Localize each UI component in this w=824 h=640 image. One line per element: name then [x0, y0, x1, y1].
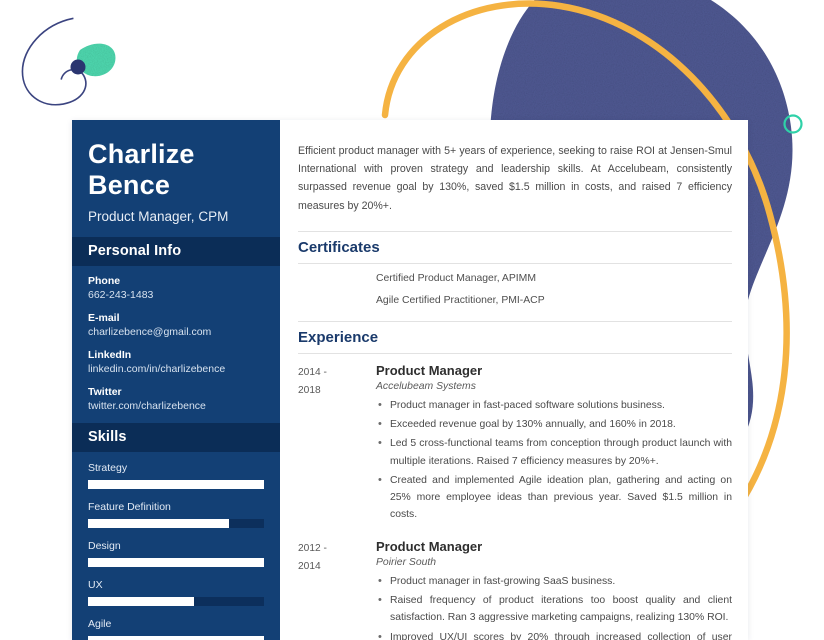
job-dates: 2014 -2018: [298, 366, 327, 396]
job-details: Product Manager Accelubeam Systems Produ…: [376, 363, 732, 526]
job-company: Accelubeam Systems: [376, 380, 476, 392]
resume-card: Charlize Bence Product Manager, CPM Pers…: [72, 120, 748, 640]
mint-blob-shape: [76, 43, 116, 77]
skill-bar-fill: [88, 635, 264, 640]
skill-item: Feature Definition: [88, 501, 264, 528]
skill-bar-track: [88, 518, 264, 528]
skill-name: UX: [88, 578, 103, 591]
experience-rule: [298, 352, 732, 354]
skills-list: Strategy Feature Definition Design UX Ag…: [72, 452, 280, 640]
skill-name: Agile: [88, 617, 112, 630]
contact-value: charlizebence@gmail.com: [88, 325, 212, 338]
summary-paragraph: Efficient product manager with 5+ years …: [298, 145, 732, 212]
candidate-name: Charlize Bence: [88, 139, 195, 201]
contact-item-linkedin: LinkedIn linkedin.com/in/charlizebence: [88, 349, 264, 375]
certificates-heading: Certificates: [298, 230, 732, 256]
certificate-item: Agile Certified Practitioner, PMI-ACP: [376, 294, 545, 306]
contact-label: Twitter: [88, 385, 122, 398]
navy-dot-shape: [70, 59, 86, 75]
skill-bar-fill: [88, 518, 229, 528]
skill-name: Feature Definition: [88, 500, 171, 513]
job-bullet: Product manager in fast-paced software s…: [376, 396, 732, 415]
job-bullet: Raised frequency of product iterations t…: [376, 591, 732, 627]
contact-label: E-mail: [88, 311, 120, 324]
skill-bar-fill: [88, 557, 264, 567]
skills-heading: Skills: [72, 422, 280, 452]
contact-value: 662-243-1483: [88, 288, 154, 301]
skill-name: Strategy: [88, 461, 128, 474]
job-company: Poirier South: [376, 556, 437, 568]
contact-item-email: E-mail charlizebence@gmail.com: [88, 312, 264, 338]
job-bullet: Improved UX/UI scores by 20% through inc…: [376, 628, 732, 640]
job-bullet: Created and implemented Agile ideation p…: [376, 471, 732, 524]
skill-bar-track: [88, 557, 264, 567]
contact-item-phone: Phone 662-243-1483: [88, 275, 264, 301]
experience-entry: 2012 -2014 Product Manager Poirier South…: [298, 539, 732, 640]
skill-item: Design: [88, 540, 264, 567]
experience-entry: 2014 -2018 Product Manager Accelubeam Sy…: [298, 363, 732, 526]
skill-name: Design: [88, 539, 121, 552]
skill-bar-fill: [88, 596, 194, 606]
experience-heading: Experience: [298, 320, 732, 346]
skill-bar-fill: [88, 479, 264, 489]
skill-bar-track: [88, 596, 264, 606]
certificates-list: Certified Product Manager, APIMM Agile C…: [298, 273, 732, 321]
job-details: Product Manager Poirier South Product ma…: [376, 539, 732, 640]
job-role: Product Manager: [376, 362, 483, 378]
contact-label: LinkedIn: [88, 348, 132, 361]
job-bullet: Product manager in fast-growing SaaS bus…: [376, 572, 732, 591]
contact-list: Phone 662-243-1483 E-mail charlizebence@…: [72, 266, 280, 412]
resume-main-column: Efficient product manager with 5+ years …: [280, 120, 748, 640]
skill-item: Strategy: [88, 462, 264, 489]
contact-label: Phone: [88, 274, 121, 287]
job-bullet-list: Product manager in fast-paced software s…: [376, 396, 732, 524]
certificates-rule: [298, 262, 732, 264]
skill-item: UX: [88, 579, 264, 606]
candidate-job-title: Product Manager, CPM: [88, 208, 229, 224]
skill-item: Agile: [88, 618, 264, 640]
contact-item-twitter: Twitter twitter.com/charlizebence: [88, 386, 264, 412]
job-role: Product Manager: [376, 538, 483, 554]
skill-bar-track: [88, 479, 264, 489]
personal-info-heading: Personal Info: [72, 236, 280, 266]
teal-circle-outline: [783, 114, 803, 134]
job-bullet: Exceeded revenue goal by 130% annually, …: [376, 415, 732, 434]
certificate-item: Certified Product Manager, APIMM: [376, 272, 536, 284]
skill-bar-track: [88, 635, 264, 640]
job-bullet: Led 5 cross-functional teams from concep…: [376, 434, 732, 470]
contact-value: linkedin.com/in/charlizebence: [88, 362, 226, 375]
contact-value: twitter.com/charlizebence: [88, 399, 206, 412]
comma-outline-shape: [21, 17, 87, 106]
job-dates: 2012 -2014: [298, 542, 327, 572]
resume-sidebar: Charlize Bence Product Manager, CPM Pers…: [72, 120, 280, 640]
